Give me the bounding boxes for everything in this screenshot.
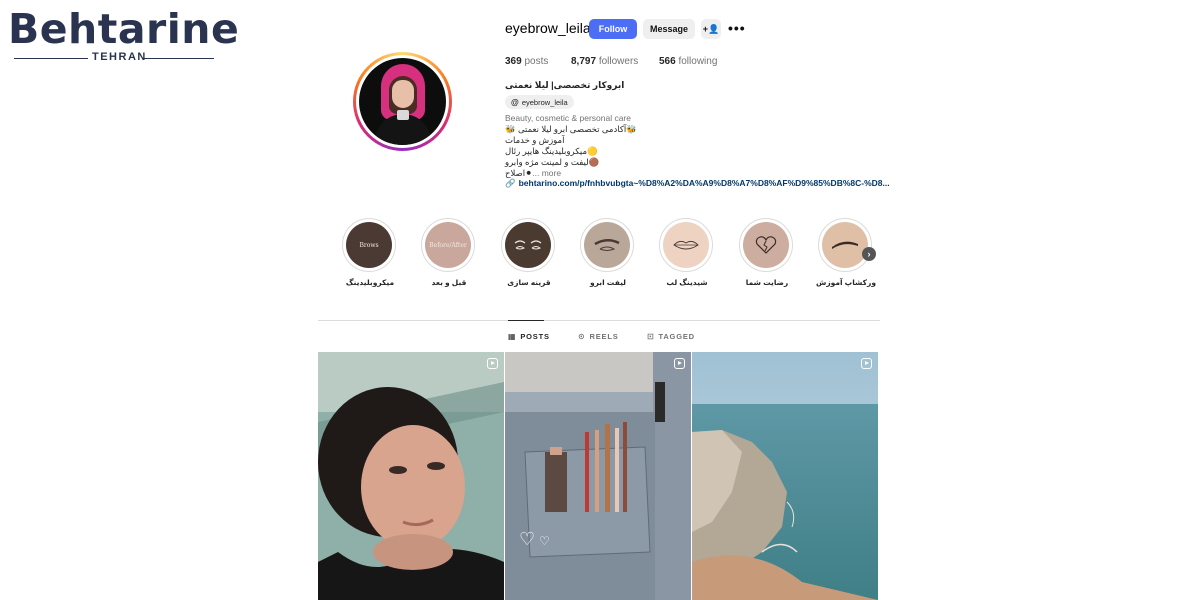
- highlight-item[interactable]: رضایت شما: [739, 218, 795, 287]
- grid-icon: ▦: [508, 332, 517, 341]
- reel-icon: [674, 358, 685, 369]
- highlight-item[interactable]: شیدینگ لب: [659, 218, 715, 287]
- highlight-cover: [663, 222, 709, 268]
- tabs-divider: [318, 320, 880, 321]
- highlight-item[interactable]: ورکشاپ آموزش: [816, 218, 876, 287]
- post-thumbnail[interactable]: [692, 352, 878, 600]
- tab-posts[interactable]: ▦ POSTS: [508, 332, 550, 341]
- reel-icon: [487, 358, 498, 369]
- brand-name: Behtarine: [8, 5, 240, 53]
- follow-button[interactable]: Follow: [589, 19, 637, 39]
- bio-category: Beauty, cosmetic & personal care: [505, 113, 631, 123]
- brand-divider-right: [142, 58, 214, 59]
- tab-reels[interactable]: ⊙ REELS: [578, 332, 619, 341]
- tagged-icon: ⊡: [647, 332, 655, 341]
- highlight-cover: Before/After: [425, 222, 471, 268]
- threads-badge[interactable]: @ eyebrow_leila: [505, 95, 574, 109]
- active-tab-indicator: [508, 320, 544, 321]
- suggested-users-button[interactable]: +👤: [701, 19, 721, 39]
- highlight-cover: [584, 222, 630, 268]
- highlight-cover: [743, 222, 789, 268]
- profile-avatar[interactable]: [353, 52, 452, 151]
- link-icon: 🔗: [505, 178, 516, 188]
- add-user-icon: +👤: [702, 23, 720, 34]
- brow-workshop-icon: [832, 241, 858, 249]
- stat-following[interactable]: 566 following: [659, 56, 717, 67]
- heart-icon: [755, 236, 777, 254]
- brand-logo: Behtarine TEHRAN: [8, 6, 239, 66]
- reels-icon: ⊙: [578, 332, 586, 341]
- threads-icon: @: [511, 97, 519, 107]
- bio-line: آموزش و خدمات: [505, 135, 565, 145]
- bio-link-text: behtarino.com/p/fnhbvubgta~%D8%A2%DA%A9%…: [518, 178, 890, 188]
- bio-display-name: ابروکار تخصصی| لیلا نعمتی: [505, 80, 625, 90]
- highlight-item[interactable]: لیفت ابرو: [580, 218, 636, 287]
- heart-sticker-small-icon: ♡: [539, 534, 550, 548]
- highlight-cover: Brows: [346, 222, 392, 268]
- profile-username: eyebrow_leila: [505, 20, 591, 36]
- heart-sticker-icon: ♡: [519, 529, 536, 549]
- bio-line: 🐝آکادمی تخصصی ابرو لیلا نعمتی 🐝: [505, 124, 637, 134]
- brand-divider-left: [14, 58, 88, 59]
- highlight-item[interactable]: قرینه سازی: [501, 218, 557, 287]
- lips-icon: [673, 240, 699, 250]
- post-image-coast: [692, 352, 878, 600]
- reel-icon: [861, 358, 872, 369]
- threads-handle: eyebrow_leila: [521, 97, 568, 107]
- bio-website-link[interactable]: 🔗 behtarino.com/p/fnhbvubgta~%D8%A2%DA%A9…: [505, 178, 890, 189]
- post-image-portrait: [318, 352, 504, 600]
- post-thumbnail[interactable]: ♡ ♡: [505, 352, 691, 600]
- brand-subtitle: TEHRAN: [92, 51, 147, 63]
- highlight-cover: [505, 222, 551, 268]
- more-options-icon[interactable]: •••: [728, 20, 746, 36]
- highlight-item[interactable]: Before/After قبل و بعد: [421, 218, 477, 287]
- highlight-label: ورکشاپ آموزش: [816, 278, 876, 287]
- highlights-next-icon[interactable]: ›: [862, 247, 876, 261]
- tab-tagged[interactable]: ⊡ TAGGED: [647, 332, 695, 341]
- avatar-photo: [359, 58, 446, 145]
- message-button[interactable]: Message: [643, 19, 695, 39]
- bio-more-link[interactable]: ... more: [532, 168, 561, 178]
- bio-line: ⚫اصلاح: [505, 168, 533, 178]
- post-image-pencils: [505, 352, 691, 600]
- stat-followers[interactable]: 8,797 followers: [571, 56, 638, 67]
- bio-line: 🟤لیفت و لمینت مژه وابرو: [505, 157, 600, 167]
- post-thumbnail[interactable]: [318, 352, 504, 600]
- highlight-item[interactable]: Brows میکروبلیدینگ: [342, 218, 398, 287]
- bio-line: 🟡میکروبلیدینگ هایپر رئال: [505, 146, 598, 156]
- eyes-icon: [514, 240, 542, 250]
- highlight-cover: [822, 222, 868, 268]
- stat-posts: 369 posts: [505, 56, 549, 67]
- eyebrow-icon: [594, 239, 620, 251]
